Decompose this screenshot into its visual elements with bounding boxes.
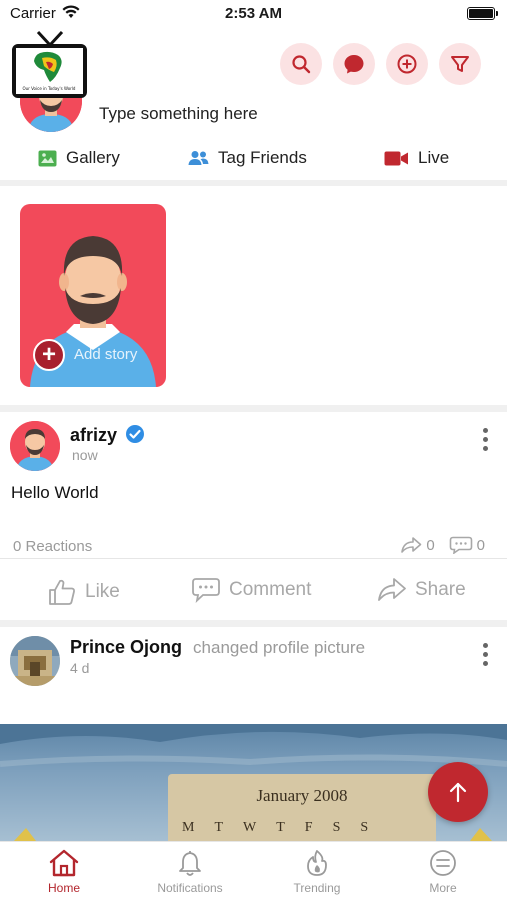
post-author-name[interactable]: afrizy xyxy=(70,424,145,446)
post-author-avatar[interactable] xyxy=(10,421,60,471)
tag-friends-icon xyxy=(188,151,209,165)
like-button[interactable]: Like xyxy=(47,577,120,607)
scroll-to-top-button[interactable] xyxy=(428,762,488,822)
calendar-day: W xyxy=(243,820,257,835)
share-icon xyxy=(378,578,406,601)
home-icon xyxy=(49,849,79,877)
post-timestamp: 4 d xyxy=(70,660,90,676)
tab-more[interactable]: More xyxy=(393,848,493,895)
post-author-link[interactable]: Prince Ojong xyxy=(70,637,182,657)
add-story-plus-icon[interactable]: + xyxy=(33,339,65,371)
app-logo[interactable]: Our Voice in Today's World xyxy=(12,30,87,100)
comment-count: 0 xyxy=(476,536,485,554)
post-options-icon[interactable] xyxy=(481,428,489,451)
add-circle-icon[interactable] xyxy=(386,43,428,85)
calendar-day: T xyxy=(214,820,224,835)
add-story-label: Add story xyxy=(74,346,138,363)
video-icon xyxy=(384,151,408,165)
calendar-sign: January 2008 M T W T F S S xyxy=(168,774,436,841)
post-text: Hello World xyxy=(11,483,99,502)
reactions-count[interactable]: 0 Reactions xyxy=(13,538,92,555)
like-label: Like xyxy=(85,581,120,602)
share-label: Share xyxy=(415,579,466,600)
share-button[interactable]: Share xyxy=(377,577,466,603)
tab-trending[interactable]: Trending xyxy=(267,848,367,895)
calendar-day: S xyxy=(360,820,369,835)
section-divider xyxy=(0,180,507,186)
tab-notifications[interactable]: Notifications xyxy=(140,848,240,895)
tab-trending-label: Trending xyxy=(293,881,341,895)
gallery-icon xyxy=(38,150,57,166)
comment-label: Comment xyxy=(229,579,312,600)
composer-input[interactable]: Type something here xyxy=(99,104,258,124)
composer-actions: Gallery Tag Friends Live xyxy=(0,142,507,176)
post-author-name[interactable]: Prince Ojong changed profile picture xyxy=(70,637,365,658)
calendar-day: S xyxy=(332,820,341,835)
add-story-card[interactable]: + Add story xyxy=(20,204,166,387)
tag-friends-button[interactable]: Tag Friends xyxy=(188,148,307,168)
header-actions xyxy=(280,43,481,85)
tab-notifications-label: Notifications xyxy=(157,881,223,895)
flame-icon xyxy=(307,850,327,876)
tab-home-label: Home xyxy=(47,881,80,895)
post-stats: 0 0 xyxy=(400,536,485,554)
post-author-avatar[interactable] xyxy=(10,636,60,686)
arrow-up-icon xyxy=(449,782,467,803)
thumbs-up-icon xyxy=(49,579,75,605)
live-button[interactable]: Live xyxy=(384,148,449,168)
battery-icon xyxy=(467,7,498,20)
messenger-icon[interactable] xyxy=(333,43,375,85)
calendar-day: F xyxy=(304,820,313,835)
comment-button[interactable]: Comment xyxy=(191,577,311,603)
verified-badge-icon xyxy=(126,425,145,443)
search-icon[interactable] xyxy=(280,43,322,85)
svg-text:Our Voice in Today's World: Our Voice in Today's World xyxy=(23,86,76,91)
post-actions: Like Comment Share xyxy=(0,558,507,620)
calendar-days: M T W T F S S xyxy=(182,820,368,836)
calendar-day: T xyxy=(276,820,285,835)
comment-icon xyxy=(192,578,220,603)
live-label: Live xyxy=(418,148,450,167)
filter-icon[interactable] xyxy=(439,43,481,85)
bottom-tab-bar: Home Notifications Trending More xyxy=(0,841,507,900)
calendar-title: January 2008 xyxy=(256,786,348,805)
section-divider xyxy=(0,620,507,627)
section-divider xyxy=(0,405,507,412)
share-count-icon xyxy=(401,537,422,553)
tab-more-label: More xyxy=(429,881,457,895)
post-options-icon[interactable] xyxy=(481,643,489,666)
tab-home[interactable]: Home xyxy=(14,848,114,895)
tag-friends-label: Tag Friends xyxy=(218,148,307,167)
bell-icon xyxy=(179,851,201,876)
status-bar: Carrier 2:53 AM xyxy=(0,0,507,28)
post-activity: changed profile picture xyxy=(193,638,366,657)
gallery-label: Gallery xyxy=(66,148,120,167)
clock: 2:53 AM xyxy=(225,5,282,22)
comment-count-icon xyxy=(449,536,472,554)
share-count: 0 xyxy=(426,536,435,554)
post-timestamp: now xyxy=(72,447,98,463)
gallery-button[interactable]: Gallery xyxy=(38,148,120,168)
calendar-day: M xyxy=(182,820,195,835)
more-icon xyxy=(430,850,456,876)
post-author-link[interactable]: afrizy xyxy=(70,425,117,445)
